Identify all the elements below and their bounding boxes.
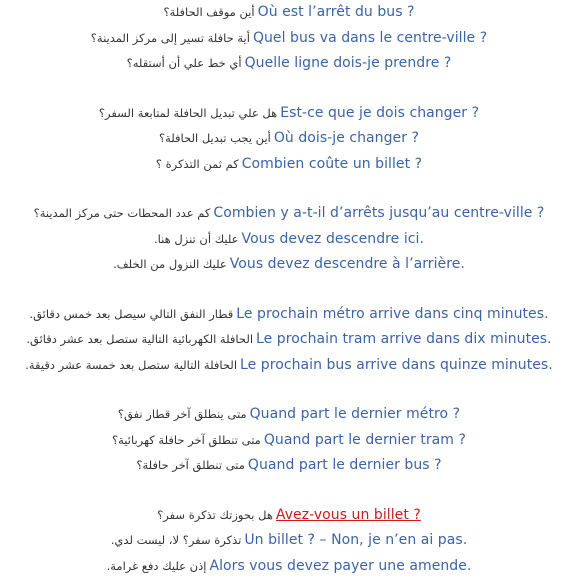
french-phrase: Le prochain tram arrive dans dix minutes… <box>256 331 552 347</box>
arabic-phrase: متى تنطلق آخر حافلة؟ <box>136 458 245 472</box>
phrase-row: الحافلة الكهربائية التالية ستصل بعد عشر … <box>0 327 578 353</box>
phrase-row: كم عدد المحطات حتى مركز المدينة؟ Combien… <box>0 201 578 227</box>
french-phrase: Combien coûte un billet ? <box>241 155 423 172</box>
phrase-row: أين موقف الحافلة؟ Où est l’arrêt du bus … <box>0 0 578 26</box>
arabic-phrase: أية حافلة تسير إلى مركز المدينة؟ <box>90 30 250 45</box>
arabic-phrase: كم ثمن التذكرة ؟ <box>155 156 239 171</box>
french-phrase: Est-ce que je dois changer ? <box>280 104 480 121</box>
french-phrase: Quand part le dernier tram ? <box>263 431 466 448</box>
french-phrase: Le prochain bus arrive dans quinze minut… <box>240 356 553 373</box>
arabic-phrase: متى تنطلق آخر حافلة كهربائية؟ <box>112 432 261 447</box>
phrase-group-next-arrivals: قطار النفق التالي سيصل بعد خمس دقائق. Le… <box>0 302 578 379</box>
phrase-row: أين يجب تبديل الحافلة؟ Où dois-je change… <box>0 126 578 152</box>
phrase-row: الحافلة التالية ستصل بعد خمسة عشر دقيقة.… <box>0 353 578 379</box>
phrase-row: تذكرة سفر؟ لا، ليست لدي. Un billet ? – N… <box>0 528 578 554</box>
french-phrase: Quel bus va dans le centre-ville ? <box>252 29 488 46</box>
arabic-phrase: قطار النفق التالي سيصل بعد خمس دقائق. <box>29 306 234 321</box>
phrase-group-ticket: هل بحوزتك تذكرة سفر؟ Avez-vous un billet… <box>0 503 578 580</box>
arabic-phrase: أين موقف الحافلة؟ <box>163 5 255 19</box>
phrase-row: متى تنطلق آخر حافلة كهربائية؟ Quand part… <box>0 428 578 454</box>
arabic-phrase: هل علي تبديل الحافلة لمتابعة السفر؟ <box>98 105 278 120</box>
phrase-row: متى ينطلق آخر قطار نفق؟ Quand part le de… <box>0 402 578 428</box>
arabic-phrase: كم عدد المحطات حتى مركز المدينة؟ <box>33 206 211 220</box>
phrase-row: عليك أن تنزل هنا. Vous devez descendre i… <box>0 227 578 253</box>
arabic-phrase: متى ينطلق آخر قطار نفق؟ <box>117 407 247 421</box>
arabic-phrase: إذن عليك دفع غرامة. <box>106 558 207 573</box>
phrase-row: عليك النزول من الخلف. Vous devez descend… <box>0 252 578 278</box>
phrase-row: أية حافلة تسير إلى مركز المدينة؟ Quel bu… <box>0 26 578 52</box>
arabic-phrase: الحافلة الكهربائية التالية ستصل بعد عشر … <box>26 332 254 346</box>
phrase-row: متى تنطلق آخر حافلة؟ Quand part le derni… <box>0 453 578 479</box>
arabic-phrase: عليك النزول من الخلف. <box>113 257 227 271</box>
arabic-phrase: أي خط علي أن أستقله؟ <box>126 56 242 70</box>
arabic-phrase: أين يجب تبديل الحافلة؟ <box>158 131 271 145</box>
french-phrase: Quand part le dernier bus ? <box>247 457 442 473</box>
french-phrase: Le prochain métro arrive dans cinq minut… <box>236 305 549 322</box>
french-phrase: Où dois-je changer ? <box>273 130 419 146</box>
arabic-phrase: عليك أن تنزل هنا. <box>154 231 239 246</box>
phrase-group-bus-stop: أين موقف الحافلة؟ Où est l’arrêt du bus … <box>0 0 578 77</box>
phrase-row: إذن عليك دفع غرامة. Alors vous devez pay… <box>0 554 578 580</box>
french-phrase: Vous devez descendre à l’arrière. <box>229 256 465 272</box>
phrase-group-stops: كم عدد المحطات حتى مركز المدينة؟ Combien… <box>0 201 578 278</box>
phrase-row: أي خط علي أن أستقله؟ Quelle ligne dois-j… <box>0 51 578 77</box>
phrase-group-changing: هل علي تبديل الحافلة لمتابعة السفر؟ Est-… <box>0 101 578 178</box>
phrase-row: هل علي تبديل الحافلة لمتابعة السفر؟ Est-… <box>0 101 578 127</box>
phrase-row: قطار النفق التالي سيصل بعد خمس دقائق. Le… <box>0 302 578 328</box>
phrase-row: هل بحوزتك تذكرة سفر؟ Avez-vous un billet… <box>0 503 578 529</box>
french-phrase: Quand part le dernier métro ? <box>249 406 461 422</box>
french-phrase: Où est l’arrêt du bus ? <box>257 4 415 20</box>
arabic-phrase: الحافلة التالية ستصل بعد خمسة عشر دقيقة. <box>25 357 238 372</box>
arabic-phrase: تذكرة سفر؟ لا، ليست لدي. <box>110 533 242 547</box>
audio-phrase-link[interactable]: Avez-vous un billet ? <box>276 503 421 529</box>
phrase-group-last-departures: متى ينطلق آخر قطار نفق؟ Quand part le de… <box>0 402 578 479</box>
french-phrase: Un billet ? – Non, je n’en ai pas. <box>244 532 468 548</box>
french-phrase: Quelle ligne dois-je prendre ? <box>244 55 452 71</box>
french-phrase: Vous devez descendre ici. <box>241 230 424 247</box>
french-phrase: Alors vous devez payer une amende. <box>209 557 472 574</box>
french-phrase: Combien y a-t-il d’arrêts jusqu’au centr… <box>213 205 545 221</box>
phrase-row: كم ثمن التذكرة ؟ Combien coûte un billet… <box>0 152 578 178</box>
phrase-list: أين موقف الحافلة؟ Où est l’arrêt du bus … <box>0 0 578 579</box>
arabic-phrase: هل بحوزتك تذكرة سفر؟ <box>157 507 273 522</box>
